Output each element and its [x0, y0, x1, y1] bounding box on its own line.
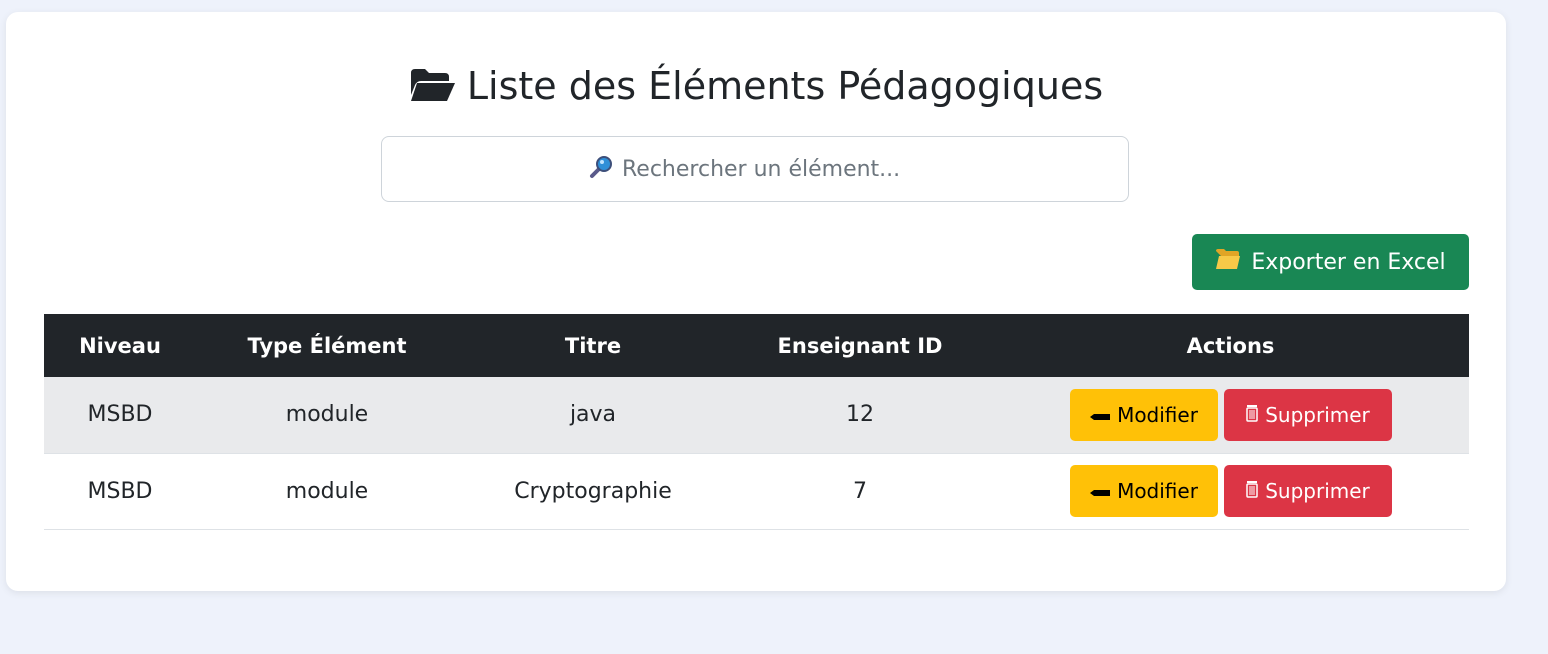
page-title-text: Liste des Éléments Pédagogiques	[466, 64, 1104, 108]
modify-label: Modifier	[1117, 402, 1198, 427]
delete-label: Supprimer	[1265, 402, 1370, 427]
column-header-type: Type Élément	[247, 333, 407, 358]
table-row: MSBD module java 12 Modifier Supprimer	[44, 377, 1469, 453]
cell-niveau: MSBD	[87, 478, 153, 504]
magnifier-icon	[588, 154, 614, 184]
cell-actions: Modifier Supprimer	[992, 377, 1469, 453]
export-excel-button[interactable]: Exporter en Excel	[1192, 234, 1469, 290]
main-card: Liste des Éléments Pédagogiques Exporter…	[6, 12, 1506, 591]
pencil-icon	[1089, 403, 1111, 427]
delete-label: Supprimer	[1265, 479, 1370, 503]
open-folder-icon	[409, 66, 457, 114]
trash-icon	[1245, 403, 1259, 427]
column-header-niveau: Niveau	[79, 333, 161, 358]
column-header-actions: Actions	[1186, 333, 1275, 358]
column-header-titre: Titre	[564, 333, 622, 358]
cell-type: module	[285, 402, 369, 428]
cell-actions: Modifier Supprimer	[992, 453, 1469, 529]
column-header-enseignant: Enseignant ID	[777, 333, 943, 358]
cell-titre: Cryptographie	[514, 478, 672, 504]
cell-niveau: MSBD	[87, 402, 153, 428]
modify-label: Modifier	[1117, 479, 1198, 503]
cell-type: module	[285, 478, 369, 504]
search-box[interactable]	[381, 136, 1129, 202]
elements-table: Niveau Type Élément Titre Enseignant ID …	[44, 314, 1469, 530]
cell-enseignant-id: 7	[853, 478, 867, 504]
modify-button[interactable]: Modifier	[1069, 465, 1218, 517]
search-input[interactable]	[622, 156, 922, 182]
folder-icon	[1215, 248, 1241, 276]
trash-icon	[1245, 479, 1259, 503]
delete-button[interactable]: Supprimer	[1223, 465, 1392, 517]
delete-button[interactable]: Supprimer	[1223, 388, 1392, 441]
cell-enseignant-id: 12	[846, 402, 874, 428]
modify-button[interactable]: Modifier	[1069, 388, 1218, 441]
table-header-row: Niveau Type Élément Titre Enseignant ID …	[44, 314, 1469, 377]
export-label: Exporter en Excel	[1251, 249, 1446, 275]
pencil-icon	[1089, 479, 1111, 503]
table-row: MSBD module Cryptographie 7 Modifier Sup…	[44, 453, 1469, 529]
page-title: Liste des Éléments Pédagogiques	[6, 62, 1506, 114]
cell-titre: java	[569, 402, 617, 428]
